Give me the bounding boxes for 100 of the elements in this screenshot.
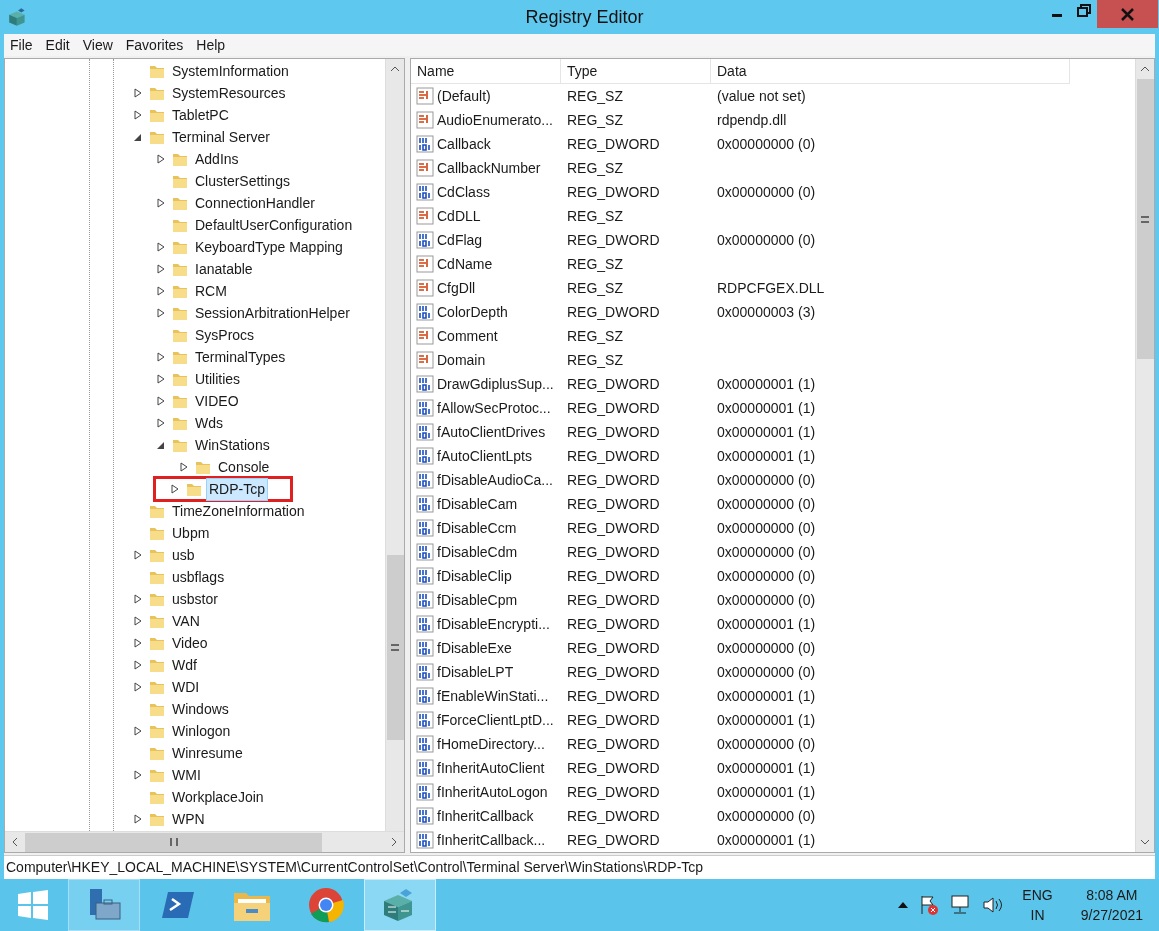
tree-item[interactable]: AddIns — [192, 147, 242, 171]
expand-arrow-icon[interactable] — [156, 352, 166, 362]
clock-date[interactable]: 9/27/2021 — [1080, 905, 1143, 925]
menu-item[interactable]: Favorites — [119, 34, 190, 56]
tree-item[interactable]: Terminal Server — [169, 125, 274, 149]
region-indicator[interactable]: IN — [1030, 905, 1045, 925]
tree-item[interactable]: Console — [215, 455, 273, 479]
tree-item[interactable]: RDP-Tcp — [206, 477, 268, 501]
binary-value-icon — [416, 447, 434, 465]
show-hidden-icons-icon[interactable] — [898, 901, 909, 909]
expand-arrow-icon[interactable] — [156, 198, 166, 208]
tree-item[interactable]: Wds — [192, 411, 226, 435]
expand-arrow-icon[interactable] — [156, 418, 166, 428]
taskbar-app[interactable] — [68, 879, 140, 931]
close-icon — [1121, 7, 1134, 21]
expand-arrow-icon[interactable] — [156, 396, 166, 406]
menu-item[interactable]: View — [76, 34, 119, 56]
horizontal-scrollbar[interactable] — [5, 831, 404, 852]
column-header[interactable]: Name — [411, 59, 561, 84]
close-button[interactable] — [1097, 0, 1158, 28]
expand-arrow-icon[interactable] — [156, 264, 166, 274]
tree-item[interactable]: KeyboardType Mapping — [192, 235, 346, 259]
expand-arrow-icon[interactable] — [156, 308, 166, 318]
column-header[interactable]: Type — [561, 59, 711, 84]
expand-arrow-icon[interactable] — [133, 682, 143, 692]
string-value-icon — [416, 159, 434, 177]
tree-item[interactable]: Winlogon — [169, 719, 234, 743]
tree-item[interactable]: usb — [169, 543, 198, 567]
expand-arrow-icon[interactable] — [156, 374, 166, 384]
tree-item[interactable]: WMI — [169, 763, 204, 787]
tree-item[interactable]: TimeZoneInformation — [169, 499, 308, 523]
expand-arrow-icon[interactable] — [156, 154, 166, 164]
taskbar-app[interactable] — [364, 879, 436, 931]
window-title: Registry Editor — [525, 5, 644, 29]
expand-arrow-icon[interactable] — [133, 594, 143, 604]
tree-item[interactable]: TabletPC — [169, 103, 232, 127]
scrollbar-thumb[interactable] — [386, 555, 404, 740]
value-type: REG_DWORD — [566, 542, 661, 562]
tree-item[interactable]: WPN — [169, 807, 208, 831]
tree-item[interactable]: usbstor — [169, 587, 221, 611]
value-type: REG_SZ — [566, 110, 624, 130]
tree-item[interactable]: Wdf — [169, 653, 200, 677]
value-name: fDisableLPT — [437, 662, 514, 682]
expand-arrow-icon[interactable] — [170, 484, 180, 494]
tree-item[interactable]: VAN — [169, 609, 203, 633]
column-header[interactable]: Data — [711, 59, 1070, 84]
expand-arrow-icon[interactable] — [179, 462, 189, 472]
tree-item[interactable]: TerminalTypes — [192, 345, 289, 369]
value-data: 0x00000001 (1) — [716, 782, 816, 802]
expand-arrow-icon[interactable] — [133, 770, 143, 780]
value-data: 0x00000000 (0) — [716, 542, 816, 562]
speaker-icon[interactable] — [982, 894, 1005, 916]
tree-item[interactable]: Winresume — [169, 741, 246, 765]
expand-arrow-icon[interactable] — [133, 638, 143, 648]
tree-item[interactable]: Ianatable — [192, 257, 256, 281]
expand-arrow-icon[interactable] — [133, 88, 143, 98]
expand-arrow-icon[interactable] — [133, 726, 143, 736]
menu-item[interactable]: Help — [190, 34, 232, 56]
tree-item[interactable]: ClusterSettings — [192, 169, 293, 193]
tree-item[interactable]: SystemInformation — [169, 59, 292, 83]
tree-item[interactable]: VIDEO — [192, 389, 242, 413]
expand-arrow-icon[interactable] — [133, 110, 143, 120]
tree-item[interactable]: DefaultUserConfiguration — [192, 213, 356, 237]
value-type: REG_SZ — [566, 86, 624, 106]
vertical-scrollbar[interactable] — [385, 59, 404, 831]
scrollbar-thumb[interactable] — [1136, 79, 1154, 359]
menu-item[interactable]: File — [4, 34, 39, 56]
clock-time[interactable]: 8:08 AM — [1086, 885, 1138, 905]
value-type: REG_DWORD — [566, 446, 661, 466]
tree-item[interactable]: SessionArbitrationHelper — [192, 301, 353, 325]
menu-item[interactable]: Edit — [39, 34, 76, 56]
expand-arrow-icon[interactable] — [133, 616, 143, 626]
tree-item[interactable]: Video — [169, 631, 211, 655]
expand-arrow-icon[interactable] — [156, 286, 166, 296]
expand-arrow-icon[interactable] — [133, 660, 143, 670]
tree-item[interactable]: WorkplaceJoin — [169, 785, 267, 809]
scrollbar-thumb[interactable] — [25, 832, 322, 852]
tree-item[interactable]: Windows — [169, 697, 232, 721]
collapse-arrow-icon[interactable] — [156, 440, 166, 450]
tree-item[interactable]: ConnectionHandler — [192, 191, 318, 215]
tree-item[interactable]: SysProcs — [192, 323, 258, 347]
language-indicator[interactable]: ENG — [1022, 885, 1053, 905]
value-data: RDPCFGEX.DLL — [716, 278, 825, 298]
vertical-scrollbar[interactable] — [1135, 59, 1154, 852]
restore-icon — [1076, 4, 1091, 17]
tree-item[interactable]: WinStations — [192, 433, 273, 457]
expand-arrow-icon[interactable] — [133, 550, 143, 560]
flag-with-x-icon[interactable] — [918, 894, 941, 916]
tree-item[interactable]: Ubpm — [169, 521, 213, 545]
tree-item[interactable]: RCM — [192, 279, 230, 303]
binary-value-icon — [416, 591, 434, 609]
tree-item[interactable]: SystemResources — [169, 81, 289, 105]
value-name: CallbackNumber — [437, 158, 541, 178]
expand-arrow-icon[interactable] — [133, 814, 143, 824]
tree-item[interactable]: usbflags — [169, 565, 228, 589]
string-value-icon — [416, 351, 434, 369]
collapse-arrow-icon[interactable] — [133, 132, 143, 142]
expand-arrow-icon[interactable] — [156, 242, 166, 252]
tree-item[interactable]: Utilities — [192, 367, 244, 391]
tree-item[interactable]: WDI — [169, 675, 203, 699]
